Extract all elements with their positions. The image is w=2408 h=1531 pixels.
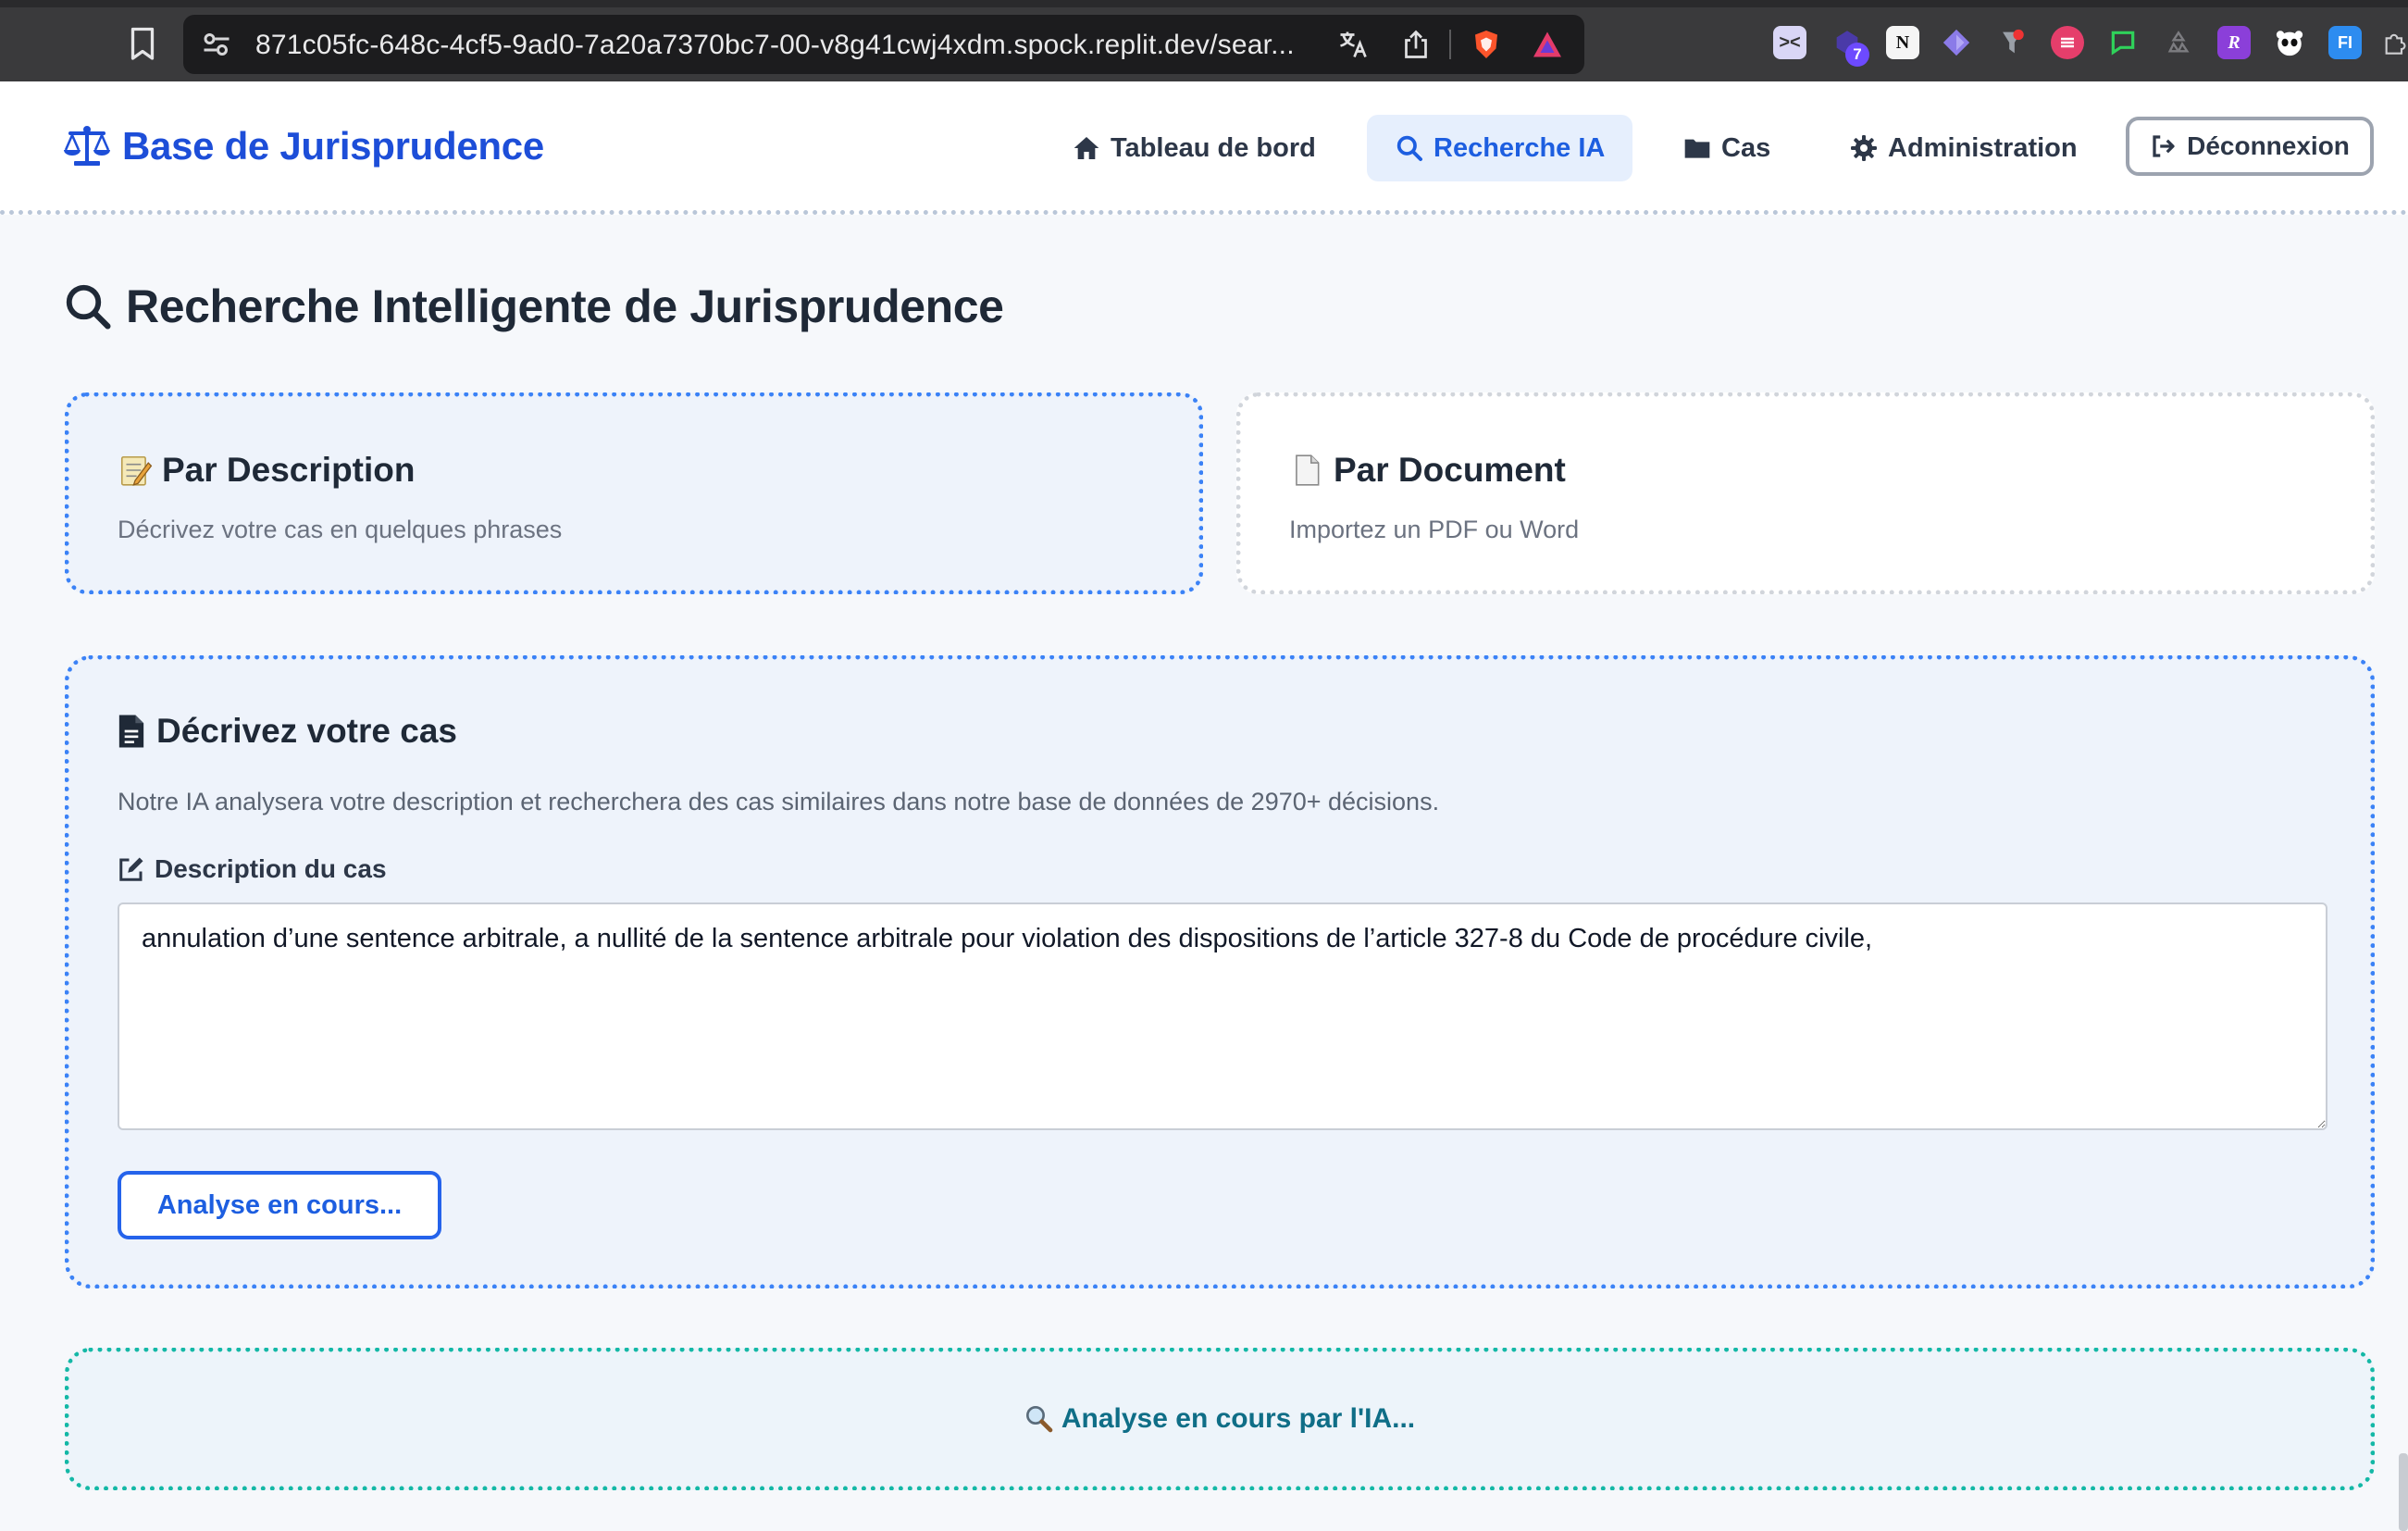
- search-icon: [1396, 135, 1422, 161]
- nav-dashboard-label: Tableau de bord: [1111, 132, 1316, 163]
- nav-cases[interactable]: Cas: [1655, 115, 1798, 181]
- mode-description-title: Par Description: [118, 451, 415, 490]
- analyze-button[interactable]: Analyse en cours...: [118, 1171, 441, 1239]
- extensions-puzzle-icon[interactable]: [2382, 26, 2408, 59]
- mode-card-document[interactable]: Par Document Importez un PDF ou Word: [1236, 392, 2375, 594]
- share-icon[interactable]: [1399, 28, 1433, 61]
- form-title-text: Décrivez votre cas: [156, 712, 457, 750]
- page-title: Recherche Intelligente de Jurisprudence: [63, 280, 1004, 333]
- nav-administration-label: Administration: [1888, 132, 2078, 163]
- balance-scale-icon: [64, 126, 110, 166]
- gear-icon: [1851, 135, 1877, 161]
- address-bar-divider: [1449, 30, 1451, 59]
- field-label-text: Description du cas: [155, 854, 387, 883]
- brand-name: Base de Jurisprudence: [122, 124, 544, 168]
- brave-rewards-icon[interactable]: [1531, 28, 1564, 61]
- file-text-icon: [118, 715, 144, 748]
- extension-recycle-icon[interactable]: [2162, 26, 2195, 59]
- mode-description-title-text: Par Description: [162, 451, 416, 489]
- nav-dashboard[interactable]: Tableau de bord: [1044, 115, 1344, 181]
- translate-icon[interactable]: [1336, 28, 1370, 61]
- page-title-text: Recherche Intelligente de Jurisprudence: [126, 280, 1004, 332]
- notion-icon[interactable]: N: [1886, 26, 1919, 59]
- analysis-status-panel: Analyse en cours par l'IA...: [65, 1348, 2375, 1490]
- sign-out-icon: [2153, 135, 2175, 157]
- mode-document-title-text: Par Document: [1334, 451, 1566, 489]
- logout-label: Déconnexion: [2187, 131, 2350, 160]
- browser-top-edge: [0, 0, 2408, 7]
- scrollbar-thumb[interactable]: [2399, 1453, 2408, 1531]
- mode-card-description[interactable]: Par Description Décrivez votre cas en qu…: [65, 392, 1203, 594]
- form-title: Décrivez votre cas: [118, 712, 457, 751]
- extension-fi-icon[interactable]: FI: [2328, 26, 2362, 59]
- edit-icon: [119, 857, 143, 881]
- bookmark-icon[interactable]: [126, 26, 159, 63]
- extension-r-icon[interactable]: R: [2217, 26, 2251, 59]
- field-label: Description du cas: [118, 854, 387, 884]
- nav-cases-label: Cas: [1721, 132, 1771, 163]
- home-icon: [1074, 137, 1099, 159]
- extension-panda-icon[interactable]: [2273, 26, 2306, 59]
- mode-document-title: Par Document: [1289, 451, 1566, 490]
- extension-red-lines-icon[interactable]: [2051, 26, 2084, 59]
- extension-pin-icon[interactable]: [1995, 26, 2029, 59]
- folder-icon: [1684, 139, 1710, 158]
- extension-diamond-icon[interactable]: [1940, 26, 1973, 59]
- extension-face-icon[interactable]: ><: [1773, 26, 1806, 59]
- address-bar[interactable]: 871c05fc-648c-4cf5-9ad0-7a20a7370bc7-00-…: [183, 15, 1584, 74]
- analysis-status-text: Analyse en cours par l'IA...: [1061, 1403, 1416, 1434]
- mode-document-subtitle: Importez un PDF ou Word: [1289, 516, 1580, 543]
- brand-logo[interactable]: Base de Jurisprudence: [63, 124, 544, 168]
- case-description-form: Décrivez votre cas Notre IA analysera vo…: [65, 655, 2375, 1288]
- magnifier-icon: [1025, 1406, 1053, 1433]
- search-icon: [66, 284, 111, 330]
- extension-badge: 7: [1845, 43, 1869, 67]
- brave-shield-icon[interactable]: [1470, 28, 1503, 61]
- document-icon: [1296, 454, 1320, 486]
- memo-icon: [120, 455, 153, 486]
- url-text[interactable]: 871c05fc-648c-4cf5-9ad0-7a20a7370bc7-00-…: [255, 30, 1295, 61]
- nav-administration[interactable]: Administration: [1821, 115, 2105, 181]
- browser-toolbar: 871c05fc-648c-4cf5-9ad0-7a20a7370bc7-00-…: [0, 0, 2408, 81]
- site-settings-icon[interactable]: [200, 28, 233, 61]
- extension-chat-icon[interactable]: [2106, 26, 2140, 59]
- form-help-text: Notre IA analysera votre description et …: [118, 788, 1440, 815]
- case-description-textarea[interactable]: annulation d’une sentence arbitrale, a n…: [118, 902, 2327, 1130]
- mode-description-subtitle: Décrivez votre cas en quelques phrases: [118, 516, 563, 543]
- nav-ai-search[interactable]: Recherche IA: [1367, 115, 1633, 181]
- logout-button[interactable]: Déconnexion: [2126, 117, 2374, 176]
- app-header: Base de Jurisprudence Tableau de bord Re…: [0, 81, 2408, 215]
- nav-ai-search-label: Recherche IA: [1434, 132, 1606, 163]
